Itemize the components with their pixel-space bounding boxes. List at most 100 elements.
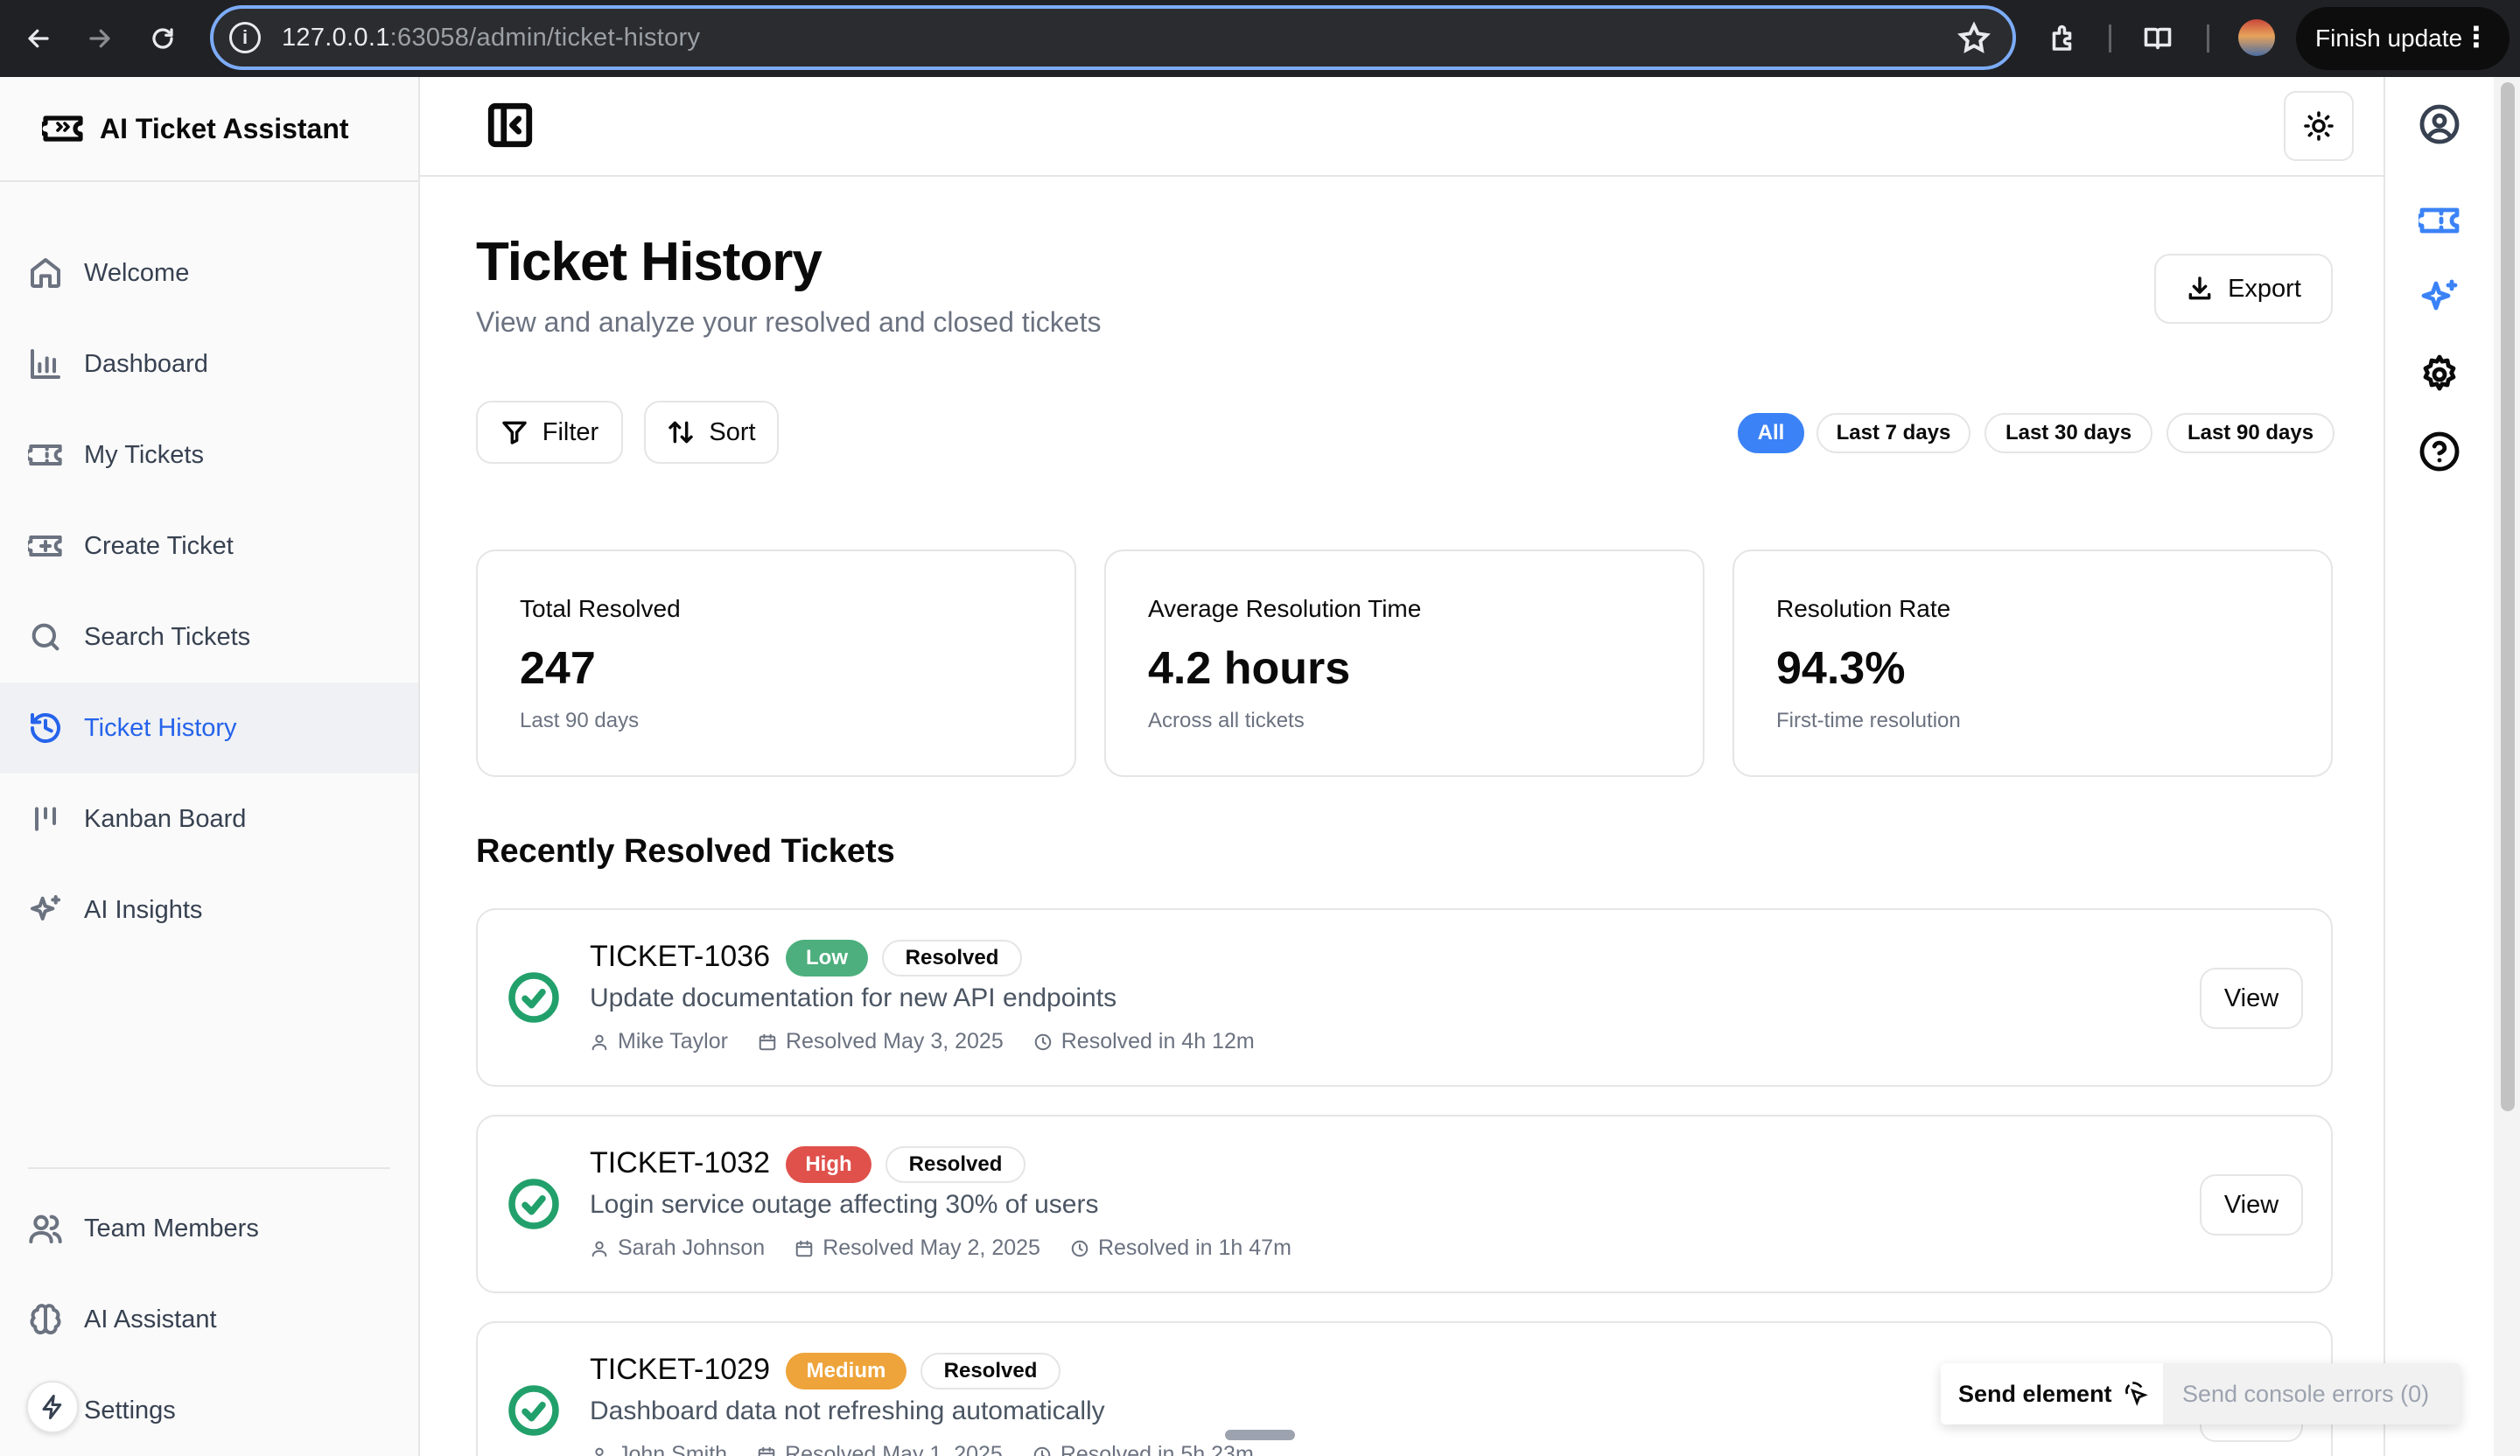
duration-text: Resolved in 4h 12m <box>1060 1029 1255 1054</box>
site-info-icon[interactable]: i <box>229 22 261 53</box>
resolved-date: Resolved May 3, 2025 <box>758 1029 1004 1054</box>
export-button[interactable]: Export <box>2154 254 2333 324</box>
sidebar-item-dashboard[interactable]: Dashboard <box>0 318 418 410</box>
address-bar[interactable]: i 127.0.0.1:63058/admin/ticket-history <box>210 5 2016 70</box>
resolved-date-text: Resolved May 2, 2025 <box>822 1236 1040 1260</box>
arrow-left-icon <box>28 29 49 48</box>
stat-label: Resolution Rate <box>1776 595 1951 622</box>
sidebar-item-welcome[interactable]: Welcome <box>0 228 418 318</box>
finish-update-label: Finish update <box>2315 24 2463 52</box>
top-header <box>420 77 2384 177</box>
sidebar-item-label: Settings <box>84 1396 176 1424</box>
bookmark-star-icon[interactable] <box>1956 21 1992 56</box>
assignee-name: Mike Taylor <box>618 1029 728 1054</box>
stat-card-average-resolution-time: Average Resolution Time 4.2 hours Across… <box>1104 550 1704 777</box>
ticket-description: Login service outage affecting 30% of us… <box>590 1190 1099 1219</box>
ticket-meta: Mike Taylor Resolved May 3, 2025 Resolve… <box>590 1029 1284 1054</box>
stat-value: 247 <box>520 643 596 694</box>
range-last-30-days[interactable]: Last 30 days <box>1984 413 2152 453</box>
stat-value: 4.2 hours <box>1148 643 1351 694</box>
ticket-icon[interactable] <box>2414 200 2460 242</box>
sort-arrows-icon <box>668 421 694 444</box>
brain-icon <box>28 1302 63 1337</box>
sidebar-item-kanban-board[interactable]: Kanban Board <box>0 774 418 864</box>
assignee-name: Sarah Johnson <box>618 1236 766 1260</box>
sidebar-item-label: Ticket History <box>84 713 237 742</box>
ticket-card[interactable]: TICKET-1032 High Resolved Login service … <box>476 1115 2333 1293</box>
sidebar-toggle-button[interactable] <box>485 100 536 150</box>
check-circle-icon <box>508 1178 560 1230</box>
ticket-icon <box>24 438 63 472</box>
forward-button[interactable] <box>80 19 119 58</box>
sort-button[interactable]: Sort <box>644 401 779 464</box>
page-subtitle: View and analyze your resolved and close… <box>476 306 1102 338</box>
brand[interactable]: AI Ticket Assistant <box>0 77 418 182</box>
help-circle-icon[interactable] <box>2418 430 2460 472</box>
resolved-date-text: Resolved May 3, 2025 <box>785 1029 1004 1054</box>
quick-action-button[interactable] <box>26 1381 79 1433</box>
toolbar-divider <box>2207 24 2209 52</box>
range-last-7-days[interactable]: Last 7 days <box>1816 413 1970 453</box>
range-all[interactable]: All <box>1738 413 1804 453</box>
resolved-date-text: Resolved May 1, 2025 <box>785 1442 1003 1456</box>
check-circle-icon <box>508 1384 560 1437</box>
section-title-recently-resolved: Recently Resolved Tickets <box>476 833 895 870</box>
user-circle-icon[interactable] <box>2418 103 2460 145</box>
theme-toggle-button[interactable] <box>2284 91 2354 161</box>
sidebar-item-label: My Tickets <box>84 440 204 469</box>
gear-icon[interactable] <box>2418 354 2460 396</box>
clock-icon <box>1034 1033 1051 1050</box>
sidebar-item-label: Welcome <box>84 258 190 287</box>
priority-badge: Medium <box>786 1353 906 1390</box>
page-title: Ticket History <box>476 232 822 292</box>
toolbar-divider <box>2109 24 2111 52</box>
download-icon <box>2188 276 2211 300</box>
scrollbar-thumb[interactable] <box>2501 82 2515 1111</box>
sidebar-item-label: Kanban Board <box>84 804 247 833</box>
sidebar-item-ai-insights[interactable]: AI Insights <box>0 864 418 956</box>
url-text: 127.0.0.1:63058/admin/ticket-history <box>282 23 701 52</box>
sidebar-item-my-tickets[interactable]: My Tickets <box>0 410 418 500</box>
view-button[interactable]: View <box>2200 1174 2303 1236</box>
browser-toolbar: i 127.0.0.1:63058/admin/ticket-history F… <box>0 0 2520 77</box>
sparkles-icon[interactable] <box>2418 276 2460 318</box>
sidebar-item-label: Dashboard <box>84 349 208 378</box>
stat-subtext: Across all tickets <box>1148 709 1305 732</box>
sidebar-item-label: AI Insights <box>84 895 203 924</box>
view-button[interactable]: View <box>2200 968 2303 1029</box>
extensions-icon[interactable] <box>2042 18 2084 60</box>
duration-text: Resolved in 5h 23m <box>1060 1442 1254 1456</box>
duration-text: Resolved in 1h 47m <box>1097 1236 1292 1260</box>
ticket-id: TICKET-1029 <box>590 1353 770 1386</box>
sidebar-item-ticket-history[interactable]: Ticket History <box>0 682 418 774</box>
drag-handle[interactable] <box>1225 1430 1295 1440</box>
page-scrollbar[interactable] <box>2494 77 2520 1456</box>
sidebar: AI Ticket Assistant Welcome Dashboard My… <box>0 77 420 1456</box>
resolved-date: Resolved May 2, 2025 <box>794 1236 1040 1261</box>
status-badge: Resolved <box>886 1146 1026 1183</box>
sidebar-item-ai-assistant[interactable]: AI Assistant <box>0 1274 418 1365</box>
sidebar-item-search-tickets[interactable]: Search Tickets <box>0 592 418 682</box>
range-last-90-days[interactable]: Last 90 days <box>2166 413 2334 453</box>
assignee: Sarah Johnson <box>590 1236 765 1261</box>
clock-icon <box>1071 1240 1088 1256</box>
send-console-errors-button[interactable]: Send console errors (0) <box>2163 1363 2460 1424</box>
stat-value: 94.3% <box>1776 643 1906 694</box>
send-element-label: Send element <box>1958 1380 2112 1407</box>
dev-toolbar: Send element Send console errors (0) <box>1941 1363 2460 1424</box>
resolved-date: Resolved May 1, 2025 <box>757 1442 1003 1456</box>
send-element-button[interactable]: Send element <box>1941 1363 2163 1424</box>
back-button[interactable] <box>19 19 58 58</box>
finish-update-button[interactable]: Finish update ⋮ <box>2296 7 2510 70</box>
sidebar-item-label: Search Tickets <box>84 622 251 651</box>
stat-card-resolution-rate: Resolution Rate 94.3% First-time resolut… <box>1732 550 2333 777</box>
reload-button[interactable] <box>144 19 182 58</box>
reading-mode-icon[interactable] <box>2137 18 2179 60</box>
profile-avatar[interactable] <box>2238 19 2275 56</box>
sparkles-icon <box>28 892 63 928</box>
filter-button[interactable]: Filter <box>476 401 623 464</box>
ticket-card[interactable]: TICKET-1036 Low Resolved Update document… <box>476 908 2333 1087</box>
ticket-meta: John Smith Resolved May 1, 2025 Resolved… <box>590 1442 1284 1456</box>
sidebar-item-team-members[interactable]: Team Members <box>0 1183 418 1274</box>
sidebar-item-create-ticket[interactable]: Create Ticket <box>0 500 418 592</box>
